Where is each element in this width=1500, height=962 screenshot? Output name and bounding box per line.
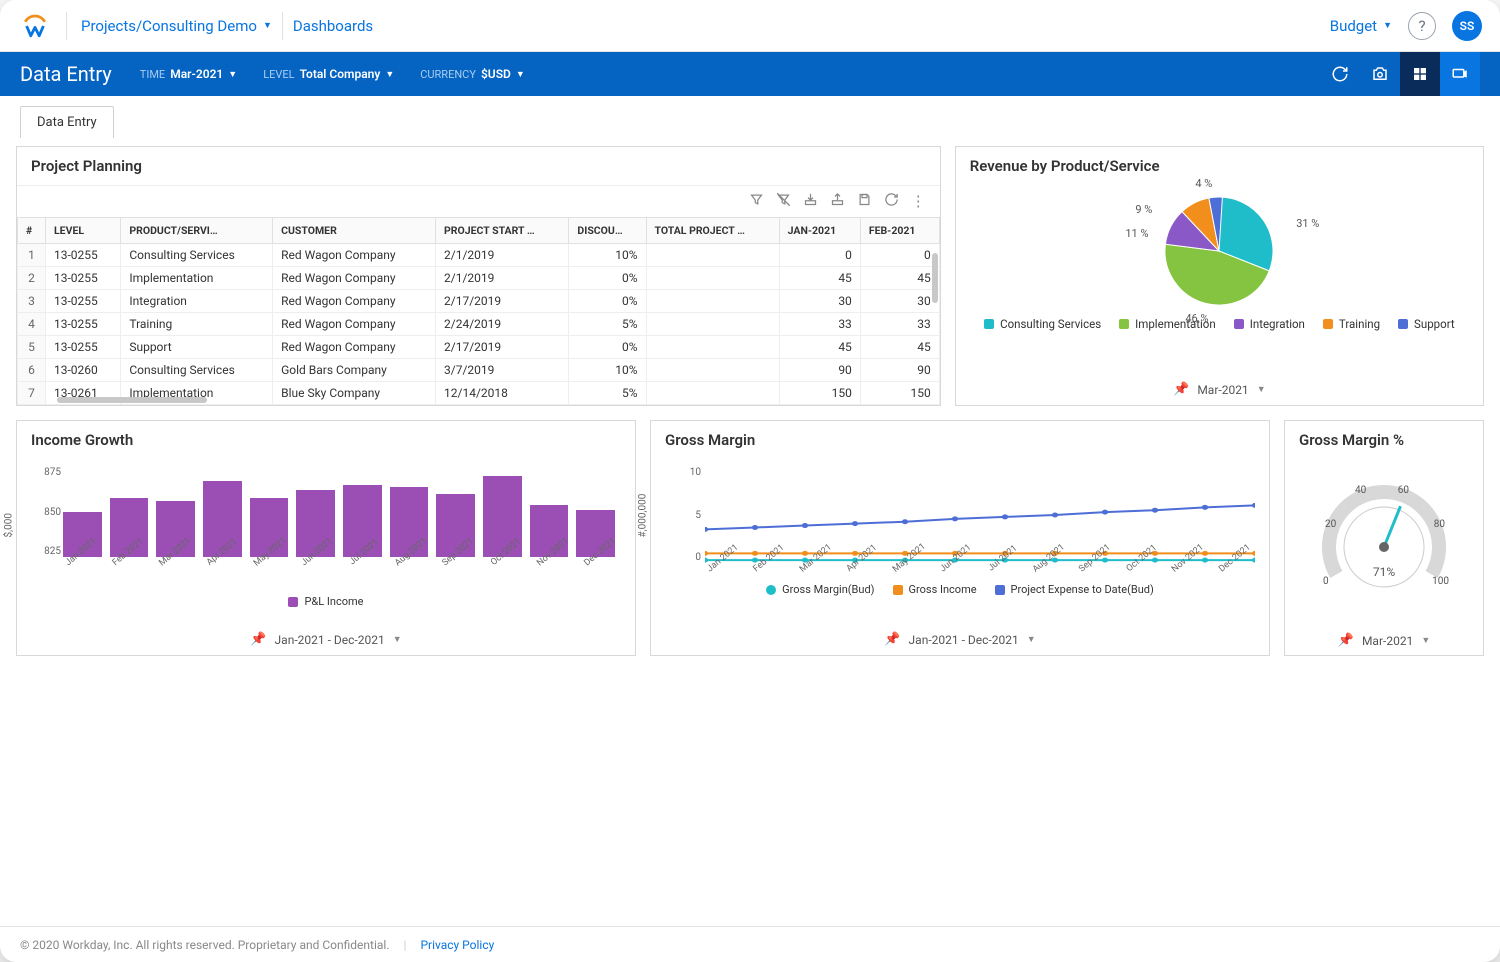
currency-filter[interactable]: CURRENCY $USD ▼: [420, 67, 525, 81]
table-row[interactable]: 813-0261IntegrationBlue Sky Company1/4/2…: [18, 405, 940, 406]
revenue-pie-chart[interactable]: 31 % 46 % 11 % 9 % 4 %: [1159, 191, 1279, 311]
vertical-scrollbar[interactable]: [932, 253, 938, 303]
time-filter[interactable]: TIME Mar-2021 ▼: [140, 67, 237, 81]
import-icon[interactable]: [803, 192, 818, 211]
export-icon[interactable]: [830, 192, 845, 211]
table-row[interactable]: 313-0255IntegrationRed Wagon Company2/17…: [18, 290, 940, 313]
user-avatar[interactable]: SS: [1452, 11, 1482, 41]
y-axis-label: #,000,000: [638, 493, 649, 537]
page-title: Data Entry: [20, 62, 112, 86]
period-selector[interactable]: Mar-2021: [1197, 383, 1248, 397]
revenue-pie-title: Revenue by Product/Service: [956, 147, 1483, 185]
legend-item: Support: [1398, 317, 1455, 331]
question-icon: ?: [1418, 17, 1425, 35]
table-header[interactable]: PRODUCT/SERVI…: [121, 218, 273, 244]
pin-icon[interactable]: 📌: [250, 632, 266, 647]
table-header[interactable]: PROJECT START …: [436, 218, 569, 244]
caret-down-icon: ▼: [263, 20, 272, 31]
legend-item: Consulting Services: [984, 317, 1101, 331]
project-planning-title: Project Planning: [17, 147, 940, 185]
income-growth-title: Income Growth: [17, 421, 635, 459]
table-header[interactable]: JAN-2021: [779, 218, 860, 244]
gross-margin-title: Gross Margin: [651, 421, 1269, 459]
caret-down-icon: ▼: [516, 69, 525, 80]
caret-down-icon: ▼: [385, 69, 394, 80]
caret-down-icon: ▼: [393, 634, 402, 645]
gross-margin-gauge[interactable]: 0 20 40 60 80 100 71%: [1309, 467, 1459, 617]
table-header[interactable]: DISCOU…: [569, 218, 646, 244]
caret-down-icon: ▼: [1257, 384, 1266, 395]
workday-logo-icon[interactable]: [18, 9, 52, 43]
divider: [282, 12, 283, 40]
legend-item: P&L Income: [288, 595, 363, 608]
caret-down-icon: ▼: [1383, 20, 1392, 31]
period-selector[interactable]: Jan-2021 - Dec-2021: [909, 633, 1019, 647]
dashboards-link[interactable]: Dashboards: [293, 17, 373, 35]
snapshot-button[interactable]: [1360, 52, 1400, 96]
help-button[interactable]: ?: [1408, 12, 1436, 40]
legend-item: Integration: [1234, 317, 1305, 331]
table-row[interactable]: 413-0255TrainingRed Wagon Company2/24/20…: [18, 313, 940, 336]
budget-label: Budget: [1330, 17, 1377, 35]
refresh-button[interactable]: [1320, 52, 1360, 96]
present-button[interactable]: [1440, 52, 1480, 96]
period-selector[interactable]: Jan-2021 - Dec-2021: [275, 633, 385, 647]
period-selector[interactable]: Mar-2021: [1362, 634, 1413, 648]
level-filter[interactable]: LEVEL Total Company ▼: [263, 67, 394, 81]
more-icon[interactable]: ⋮: [911, 192, 926, 211]
slice-label: 46 %: [1185, 312, 1208, 325]
gross-margin-pct-title: Gross Margin %: [1285, 421, 1483, 459]
privacy-link[interactable]: Privacy Policy: [420, 938, 494, 952]
clear-filter-icon[interactable]: [776, 192, 791, 211]
table-header[interactable]: #: [18, 218, 46, 244]
budget-dropdown[interactable]: Budget ▼: [1330, 17, 1392, 35]
table-header[interactable]: CUSTOMER: [273, 218, 436, 244]
pin-icon[interactable]: 📌: [1338, 633, 1354, 648]
project-planning-table[interactable]: #LEVELPRODUCT/SERVI…CUSTOMERPROJECT STAR…: [17, 217, 940, 405]
caret-down-icon: ▼: [1421, 635, 1430, 646]
y-axis-label: $,000: [4, 513, 15, 537]
caret-down-icon: ▼: [1027, 634, 1036, 645]
slice-label: 4 %: [1195, 177, 1212, 190]
table-row[interactable]: 513-0255SupportRed Wagon Company2/17/201…: [18, 336, 940, 359]
table-header[interactable]: FEB-2021: [860, 218, 939, 244]
legend-item: Training: [1323, 317, 1380, 331]
grid-view-button[interactable]: [1400, 52, 1440, 96]
horizontal-scrollbar[interactable]: [57, 397, 207, 403]
refresh-icon[interactable]: [884, 192, 899, 211]
caret-down-icon: ▼: [228, 69, 237, 80]
gauge-value: 71%: [1309, 565, 1459, 579]
legend-item: Gross Income: [893, 583, 977, 596]
table-row[interactable]: 113-0255Consulting ServicesRed Wagon Com…: [18, 244, 940, 267]
legend-item: Project Expense to Date(Bud): [995, 583, 1154, 596]
table-row[interactable]: 613-0260Consulting ServicesGold Bars Com…: [18, 359, 940, 382]
divider: [66, 12, 67, 40]
slice-label: 31 %: [1296, 217, 1319, 230]
slice-label: 9 %: [1135, 203, 1152, 216]
project-dropdown[interactable]: Projects/Consulting Demo ▼: [81, 17, 272, 35]
copyright-text: © 2020 Workday, Inc. All rights reserved…: [20, 938, 390, 952]
table-row[interactable]: 213-0255ImplementationRed Wagon Company2…: [18, 267, 940, 290]
project-dropdown-label: Projects/Consulting Demo: [81, 17, 257, 35]
pin-icon[interactable]: 📌: [1173, 382, 1189, 397]
legend-item: Gross Margin(Bud): [766, 583, 874, 596]
tab-data-entry[interactable]: Data Entry: [20, 106, 114, 138]
slice-label: 11 %: [1125, 227, 1148, 240]
table-header[interactable]: LEVEL: [46, 218, 121, 244]
save-icon[interactable]: [857, 192, 872, 211]
filter-icon[interactable]: [749, 192, 764, 211]
pin-icon[interactable]: 📌: [884, 632, 900, 647]
table-header[interactable]: TOTAL PROJECT …: [646, 218, 779, 244]
